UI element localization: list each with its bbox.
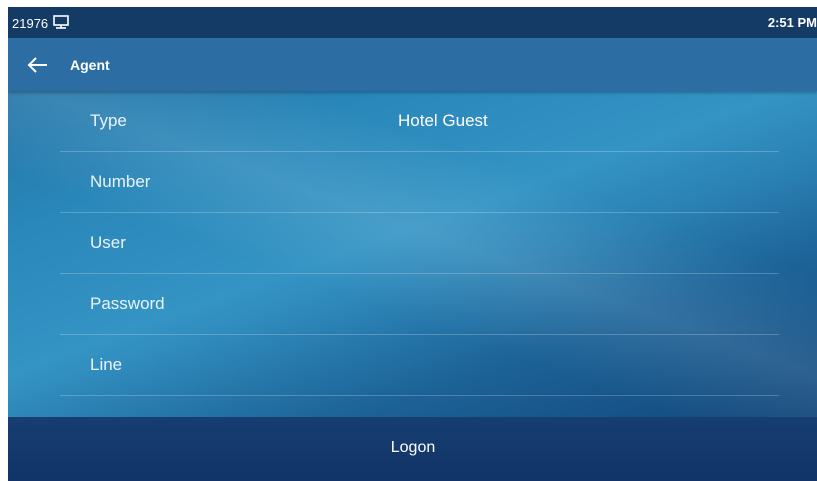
status-left: 21976 xyxy=(12,15,70,32)
field-row-line[interactable]: Line xyxy=(60,335,779,396)
password-label: Password xyxy=(90,294,165,313)
type-value[interactable]: Hotel Guest xyxy=(398,111,488,131)
back-arrow-icon[interactable] xyxy=(26,54,50,76)
page-title: Agent xyxy=(70,57,110,73)
bottom-bar: Logon xyxy=(8,417,817,481)
phone-screen: 21976 2:51 PM Agent Type Hotel Guest Num… xyxy=(8,7,817,481)
line-label: Line xyxy=(90,355,123,374)
type-label: Type xyxy=(90,111,127,130)
logon-button[interactable]: Logon xyxy=(338,439,488,457)
field-row-user[interactable]: User xyxy=(60,213,779,274)
status-bar: 21976 2:51 PM xyxy=(8,7,817,38)
field-row-number[interactable]: Number xyxy=(60,152,779,213)
number-label: Number xyxy=(90,172,151,191)
user-label: User xyxy=(90,233,126,252)
title-bar: Agent xyxy=(8,38,817,91)
field-row-type[interactable]: Type Hotel Guest xyxy=(60,91,779,152)
extension-number: 21976 xyxy=(12,16,49,31)
status-time: 2:51 PM xyxy=(767,15,817,30)
field-row-password[interactable]: Password xyxy=(60,274,779,335)
network-icon xyxy=(52,15,70,32)
